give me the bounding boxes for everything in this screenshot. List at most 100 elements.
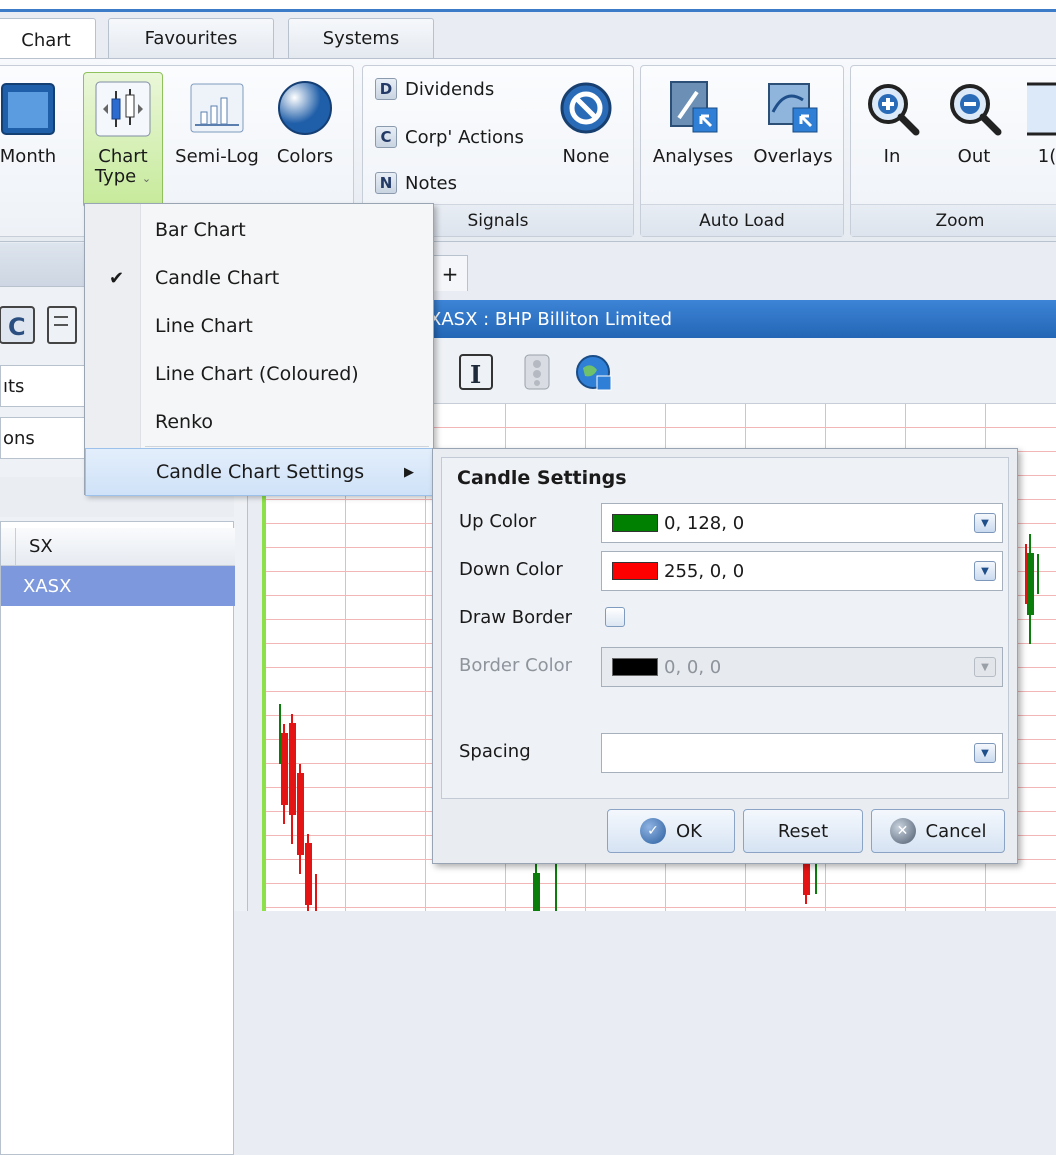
menu-item-label: Candle Chart Settings	[156, 461, 365, 483]
analyses-label: Analyses	[652, 146, 734, 167]
draw-border-checkbox[interactable]	[605, 607, 625, 627]
zoom-out-button[interactable]: Out	[939, 78, 1009, 167]
tab-label: Chart	[21, 29, 71, 51]
notes-label: Notes	[405, 172, 457, 194]
check-icon: ✔	[109, 267, 125, 289]
zoom-more-label: 1(	[1037, 146, 1056, 167]
chart-title: XASX : BHP Billiton Limited	[429, 308, 673, 330]
menu-item-line-chart[interactable]: Line Chart	[85, 302, 433, 350]
svg-text:I: I	[470, 360, 481, 389]
month-button[interactable]: Month	[0, 78, 63, 167]
left-row-2-label: ons	[3, 427, 35, 449]
cancel-button[interactable]: ✕ Cancel	[871, 809, 1005, 853]
zoom-more-button[interactable]: 1(	[1027, 78, 1056, 167]
globe-icon[interactable]	[573, 352, 613, 392]
down-color-value: 255, 0, 0	[664, 560, 745, 582]
menu-item-candle-chart[interactable]: ✔ Candle Chart	[85, 254, 433, 302]
analyses-button[interactable]: Analyses	[647, 78, 739, 167]
menu-item-label: Line Chart (Coloured)	[155, 363, 359, 385]
cancel-circle-icon: ✕	[889, 818, 916, 844]
semilog-button[interactable]: Semi-Log	[175, 78, 259, 167]
reset-label: Reset	[777, 820, 829, 842]
colors-button[interactable]: Colors	[265, 78, 345, 167]
tab-label: Favourites	[144, 28, 238, 49]
company-icon[interactable]: C	[0, 303, 40, 347]
menu-item-candle-chart-settings[interactable]: Candle Chart Settings ▶	[85, 448, 433, 496]
month-label: Month	[0, 146, 57, 167]
info-icon[interactable]: I	[457, 352, 497, 392]
list-item[interactable]: XASX	[1, 566, 235, 606]
menu-item-renko[interactable]: Renko	[85, 398, 433, 446]
spacing-select[interactable]: ▼	[601, 733, 1003, 773]
autoload-group-label: Auto Load	[641, 204, 843, 236]
up-color-select[interactable]: 0, 128, 0 ▼	[601, 503, 1003, 543]
check-circle-icon: ✓	[640, 818, 666, 844]
new-chart-tab[interactable]: +	[432, 255, 468, 291]
border-color-swatch	[612, 658, 658, 676]
menu-item-bar-chart[interactable]: Bar Chart	[85, 206, 433, 254]
analyses-icon	[670, 81, 718, 133]
list-header: SX	[1, 528, 235, 566]
notes-button[interactable]: N Notes	[375, 172, 457, 194]
colors-label: Colors	[276, 146, 334, 167]
chart-type-label: Chart	[98, 146, 148, 167]
up-color-value: 0, 128, 0	[664, 512, 745, 534]
border-color-label: Border Color	[459, 655, 573, 676]
chevron-down-icon[interactable]: ▼	[974, 513, 996, 533]
chevron-down-icon: ▼	[974, 657, 996, 677]
no-signal-icon	[560, 82, 612, 134]
chevron-down-icon[interactable]: ▼	[974, 743, 996, 763]
tab-systems[interactable]: Systems	[288, 18, 434, 58]
candle-settings-panel: Candle Settings Up Color 0, 128, 0 ▼ Dow…	[432, 448, 1018, 864]
menu-item-label: Bar Chart	[155, 219, 246, 241]
list-item-label: XASX	[23, 575, 72, 597]
tab-label: Systems	[322, 28, 400, 49]
reset-button[interactable]: Reset	[743, 809, 863, 853]
border-color-value: 0, 0, 0	[664, 656, 722, 678]
chevron-down-icon[interactable]: ▼	[974, 561, 996, 581]
autoload-group: Analyses Overlays Auto Load	[640, 65, 844, 237]
settings-title: Candle Settings	[457, 467, 627, 489]
overlays-label: Overlays	[753, 146, 833, 167]
colors-icon	[278, 81, 332, 135]
left-row-1-label: ıts	[3, 375, 25, 397]
up-color-label: Up Color	[459, 511, 537, 532]
semilog-icon	[190, 83, 244, 133]
menu-separator	[145, 446, 429, 447]
border-color-select: 0, 0, 0 ▼	[601, 647, 1003, 687]
semilog-label: Semi-Log	[175, 146, 259, 167]
dividends-button[interactable]: D Dividends	[375, 78, 494, 100]
down-color-select[interactable]: 255, 0, 0 ▼	[601, 551, 1003, 591]
zoom-group: In Out 1( Zoom	[850, 65, 1056, 237]
tab-chart[interactable]: Chart	[0, 18, 96, 61]
tab-favourites[interactable]: Favourites	[108, 18, 274, 58]
document-icon[interactable]	[46, 303, 80, 347]
draw-border-label: Draw Border	[459, 607, 573, 628]
chevron-down-icon: ⌄	[141, 172, 152, 185]
plus-icon: +	[441, 261, 459, 286]
overlays-button[interactable]: Overlays	[747, 78, 839, 167]
list-header-sx[interactable]: SX	[29, 536, 53, 557]
none-label: None	[562, 146, 610, 167]
corp-actions-icon: C	[375, 126, 397, 148]
none-button[interactable]: None	[553, 78, 619, 167]
chart-type-button[interactable]: Chart Type ⌄	[83, 72, 163, 208]
corp-actions-button[interactable]: C Corp' Actions	[375, 126, 524, 148]
zoom-more-icon	[1027, 82, 1056, 136]
dividends-icon: D	[375, 78, 397, 100]
menu-item-line-chart-coloured[interactable]: Line Chart (Coloured)	[85, 350, 433, 398]
cancel-label: Cancel	[925, 820, 987, 842]
overlays-icon	[768, 83, 818, 133]
zoom-in-button[interactable]: In	[857, 78, 927, 167]
menu-item-label: Line Chart	[155, 315, 253, 337]
corp-actions-label: Corp' Actions	[405, 126, 524, 148]
zoom-in-icon	[868, 84, 920, 136]
ok-label: OK	[676, 820, 702, 842]
chart-type-menu: Bar Chart ✔ Candle Chart Line Chart Line …	[84, 203, 434, 496]
traffic-light-icon[interactable]	[517, 352, 557, 392]
ok-button[interactable]: ✓ OK	[607, 809, 735, 853]
svg-text:C: C	[8, 313, 26, 341]
zoom-out-icon	[950, 84, 1002, 136]
title-strip	[0, 0, 1056, 12]
spacing-label: Spacing	[459, 741, 531, 762]
